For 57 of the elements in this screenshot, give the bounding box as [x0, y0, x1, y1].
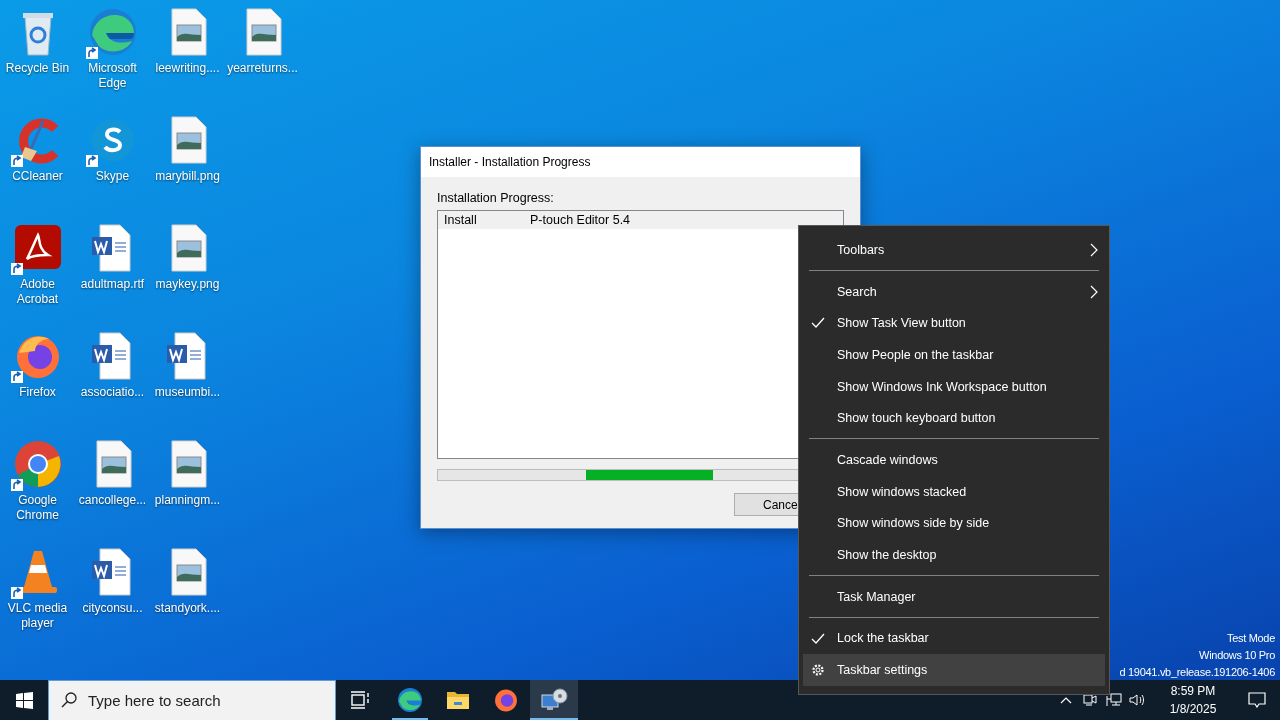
menu-item[interactable]: Search [803, 275, 1105, 308]
desktop-icon-label[interactable]: museumbi... [150, 385, 225, 400]
network-icon [1106, 693, 1122, 707]
menu-item[interactable]: Lock the taskbar [803, 622, 1105, 655]
desktop-icon-label[interactable]: VLC media player [0, 601, 75, 631]
progress-label: Installation Progress: [437, 191, 555, 205]
desktop-icon-label[interactable]: maykey.png [150, 277, 225, 292]
camera-icon [1083, 693, 1097, 707]
menu-item[interactable]: Show People on the taskbar [803, 339, 1105, 371]
desktop-icon-label[interactable]: Adobe Acrobat [0, 277, 75, 307]
task-view-icon [350, 691, 370, 709]
menu-item[interactable]: Show Task View button [803, 307, 1105, 340]
desktop-icon-label[interactable]: Firefox [0, 385, 75, 400]
system-info-text: Test Mode [1226, 631, 1275, 646]
desktop-icon-label[interactable]: associatio... [75, 385, 150, 400]
desktop-icon-label[interactable]: standyork.... [150, 601, 225, 616]
menu-item[interactable]: Show Windows Ink Workspace button [803, 370, 1105, 403]
desktop-icon-label[interactable]: marybill.png [150, 169, 225, 184]
message-icon [1248, 692, 1266, 708]
settings-icon [811, 663, 825, 678]
desktop-icon-label[interactable]: CCleaner [0, 169, 75, 184]
chevron-right-icon [1089, 284, 1099, 299]
menu-item[interactable]: Task Manager [803, 580, 1105, 613]
windows-logo-icon [15, 691, 33, 709]
search-field[interactable]: Type here to search [48, 680, 336, 720]
edge-icon [397, 687, 423, 713]
installer-icon [540, 687, 568, 713]
chrome-icon [12, 439, 63, 489]
firefox-icon [493, 687, 519, 713]
speaker-icon [1129, 693, 1147, 707]
desktop-icon-label[interactable]: Skype [75, 169, 150, 184]
clock[interactable]: 8:59 PM 1/8/2025 [1158, 680, 1228, 720]
chevron-right-icon [1089, 243, 1099, 257]
chevron-up-icon [1060, 696, 1072, 704]
edge-icon [87, 7, 138, 57]
menu-item[interactable]: Show touch keyboard button [803, 402, 1105, 435]
system-info-text: d 19041.vb_release.191206-1406 [1119, 665, 1275, 680]
desktop-icon-label[interactable]: Microsoft Edge [75, 61, 150, 91]
window-title: Installer - Installation Progress [421, 147, 860, 177]
desktop-icon-label[interactable]: cityconsu... [75, 601, 150, 616]
folder-icon [446, 689, 470, 711]
desktop-icon-label[interactable]: yearreturns... [225, 61, 300, 76]
desktop-icon-label[interactable]: planningm... [150, 493, 225, 508]
taskbar-app-button[interactable] [530, 680, 578, 720]
system-info-text: Windows 10 Pro [1199, 648, 1275, 663]
menu-item[interactable]: Taskbar settings [803, 654, 1105, 686]
menu-item[interactable]: Toolbars [803, 234, 1105, 266]
search-icon [61, 692, 77, 708]
menu-item[interactable]: Show the desktop [803, 539, 1105, 571]
desktop-icon-label[interactable]: leewriting.... [150, 61, 225, 76]
menu-item[interactable]: Cascade windows [803, 444, 1105, 476]
action-cell-text: Install [443, 213, 478, 227]
desktop-icon-label[interactable]: Recycle Bin [0, 61, 75, 76]
item-cell-text: P-touch Editor 5.4 [529, 213, 631, 227]
desktop-icon-label[interactable]: Google Chrome [0, 493, 75, 523]
desktop-icon-label[interactable]: adultmap.rtf [75, 277, 150, 292]
desktop-icon-label[interactable]: cancollege... [75, 493, 150, 508]
